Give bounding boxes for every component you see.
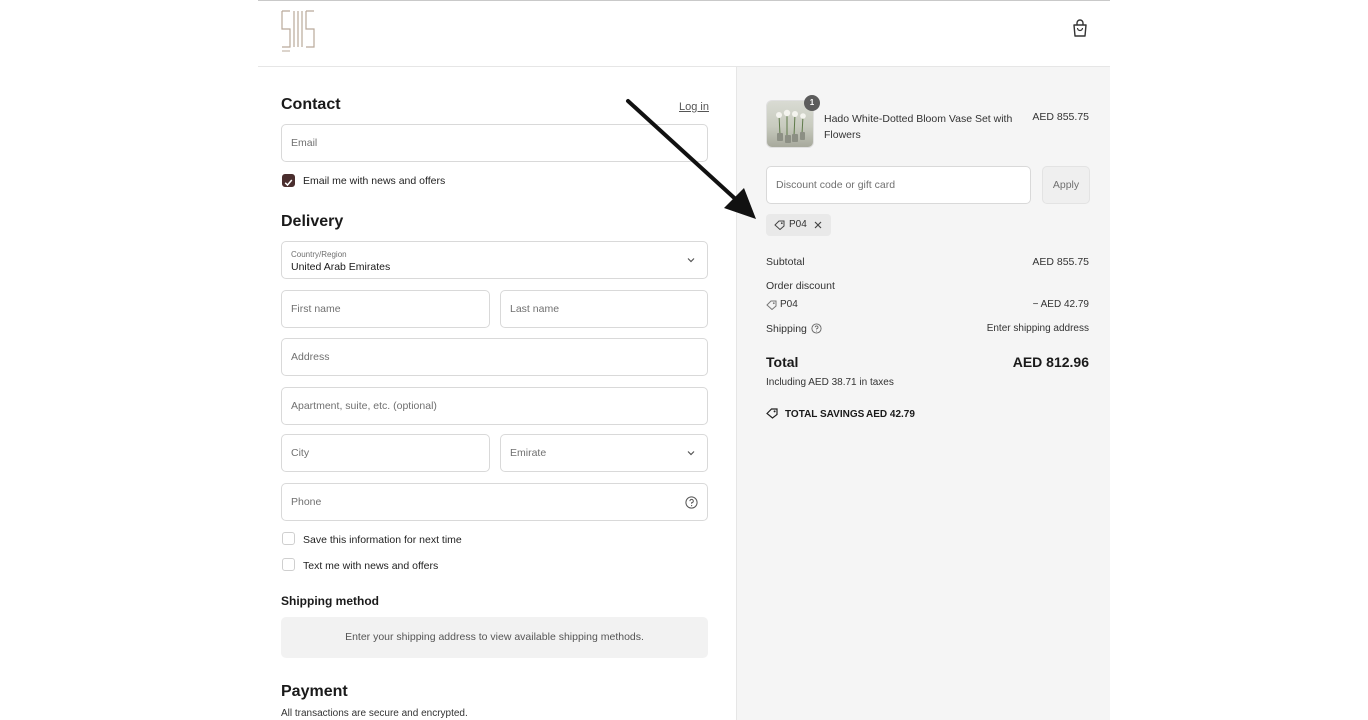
contact-heading: Contact <box>281 96 341 113</box>
bag-icon[interactable] <box>1072 19 1088 37</box>
shipping-value: Enter shipping address <box>986 323 1089 334</box>
last-name-placeholder: Last name <box>510 303 560 315</box>
discount-input[interactable]: Discount code or gift card <box>766 166 1031 204</box>
email-news-checkbox[interactable] <box>282 174 295 187</box>
subtotal-value: AED 855.75 <box>1032 256 1089 268</box>
product-name: Hado White-Dotted Bloom Vase Set with Fl… <box>824 113 1013 141</box>
text-offers-checkbox[interactable] <box>282 558 295 571</box>
chevron-down-icon <box>687 451 695 456</box>
city-placeholder: City <box>291 447 310 459</box>
product-price: AED 855.75 <box>1032 111 1089 123</box>
quantity-badge: 1 <box>804 95 820 111</box>
first-name-placeholder: First name <box>291 303 341 315</box>
phone-field[interactable]: Phone <box>281 483 708 521</box>
shipping-method-message: Enter your shipping address to view avai… <box>281 617 708 658</box>
emirate-placeholder: Emirate <box>510 447 547 459</box>
emirate-select[interactable]: Emirate <box>500 434 708 472</box>
save-info-label: Save this information for next time <box>303 534 462 546</box>
save-info-checkbox[interactable] <box>282 532 295 545</box>
discount-code-label: P04 <box>780 299 798 310</box>
help-icon[interactable] <box>811 323 822 334</box>
email-news-label: Email me with news and offers <box>303 175 446 187</box>
chevron-down-icon <box>687 258 695 263</box>
logo-icon[interactable] <box>280 7 320 53</box>
first-name-field[interactable]: First name <box>281 290 490 328</box>
discount-value: − AED 42.79 <box>1032 299 1089 310</box>
address-field[interactable]: Address <box>281 338 708 376</box>
discount-placeholder: Discount code or gift card <box>776 179 896 191</box>
shipping-method-heading: Shipping method <box>281 594 379 608</box>
country-label: Country/Region <box>291 250 347 259</box>
check-icon <box>284 179 293 187</box>
delivery-heading: Delivery <box>281 213 344 230</box>
subtotal-label: Subtotal <box>766 256 805 268</box>
country-select[interactable]: Country/Region United Arab Emirates <box>281 241 708 279</box>
savings-value: AED 42.79 <box>866 409 915 420</box>
applied-code: P04 <box>789 219 807 230</box>
payment-heading: Payment <box>281 683 348 700</box>
apartment-field[interactable]: Apartment, suite, etc. (optional) <box>281 387 708 425</box>
header <box>258 1 1110 67</box>
shipping-label: Shipping <box>766 323 807 335</box>
order-summary: 1 Hado White-Dotted Bloom Vase Set with … <box>736 67 1110 720</box>
applied-discount-chip: P04 <box>766 214 831 236</box>
taxes-note: Including AED 38.71 in taxes <box>766 377 894 388</box>
total-label: Total <box>766 354 799 370</box>
help-icon[interactable] <box>685 496 698 509</box>
last-name-field[interactable]: Last name <box>500 290 708 328</box>
total-value: AED 812.96 <box>1012 354 1089 370</box>
savings-tag-icon <box>766 408 778 419</box>
phone-placeholder: Phone <box>291 496 322 508</box>
apartment-placeholder: Apartment, suite, etc. (optional) <box>291 400 437 412</box>
close-icon[interactable] <box>814 221 822 229</box>
address-placeholder: Address <box>291 351 330 363</box>
country-value: United Arab Emirates <box>291 261 391 273</box>
apply-button[interactable]: Apply <box>1042 166 1090 204</box>
tag-icon <box>774 220 785 230</box>
order-discount-label: Order discount <box>766 280 835 292</box>
text-offers-label: Text me with news and offers <box>303 560 439 572</box>
tag-icon <box>766 300 777 310</box>
payment-subtitle: All transactions are secure and encrypte… <box>281 708 468 719</box>
city-field[interactable]: City <box>281 434 490 472</box>
savings-label: TOTAL SAVINGS <box>785 409 865 420</box>
email-placeholder: Email <box>291 137 318 149</box>
annotation-arrow-icon <box>626 99 756 219</box>
